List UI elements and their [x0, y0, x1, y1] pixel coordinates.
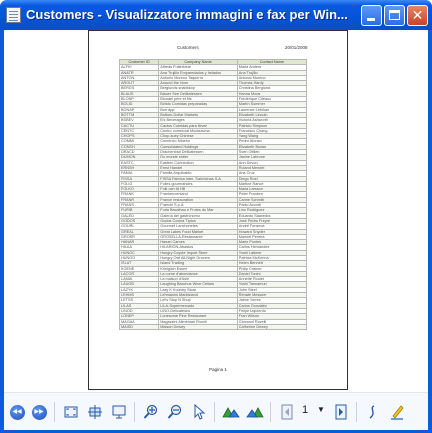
next-page-button[interactable] — [332, 403, 350, 421]
image-viewer[interactable]: Customers 20/01/2008 Customer ID Company… — [4, 30, 428, 392]
title-bar[interactable]: Customers - Visualizzatore immagini e fa… — [0, 0, 432, 30]
page-dropdown-icon[interactable]: ▼ — [317, 405, 325, 414]
slideshow-icon — [112, 405, 126, 419]
zoom-out-button[interactable] — [166, 403, 184, 421]
pen-stroke-icon — [369, 405, 375, 419]
previous-page-icon — [281, 404, 293, 420]
minimize-icon — [367, 18, 375, 21]
viewer-window: Customers - Visualizzatore immagini e fa… — [0, 0, 432, 433]
zoom-in-icon — [143, 404, 158, 419]
table-cell: Maison Dewey — [158, 323, 238, 331]
annotation-pen-button[interactable] — [364, 403, 382, 421]
actual-size-icon — [88, 405, 102, 419]
app-document-icon — [6, 7, 21, 23]
toolbar-separator — [356, 402, 357, 422]
rotate-counterclockwise-icon — [246, 407, 264, 418]
window-title: Customers - Visualizzatore immagini e fa… — [26, 7, 348, 22]
rotate-counterclockwise-button[interactable] — [246, 403, 264, 421]
report-footer: Pagina 1 — [209, 367, 227, 372]
maximize-icon — [389, 10, 400, 20]
rotate-clockwise-icon — [222, 407, 240, 418]
toolbar-separator — [54, 402, 55, 422]
slideshow-button[interactable] — [110, 403, 128, 421]
table-cell: MAISD — [118, 323, 160, 331]
rotate-clockwise-button[interactable] — [222, 403, 240, 421]
highlighter-icon — [391, 405, 404, 420]
pointer-icon — [194, 404, 206, 420]
table-cell: Catherine Dewey — [236, 323, 308, 331]
zoom-out-icon — [167, 404, 182, 419]
maximize-button[interactable] — [384, 5, 405, 26]
viewer-toolbar: ◀◀ ▶▶ 1 ▼ — [4, 392, 428, 430]
next-page-icon — [335, 404, 347, 420]
page-number[interactable]: 1 — [302, 404, 308, 416]
minimize-button[interactable] — [361, 5, 382, 26]
previous-image-button[interactable]: ◀◀ — [8, 403, 26, 421]
previous-page-button[interactable] — [278, 403, 296, 421]
toolbar-separator — [214, 402, 215, 422]
next-image-button[interactable]: ▶▶ — [30, 403, 48, 421]
next-icon: ▶▶ — [31, 404, 47, 420]
client-area: Customers 20/01/2008 Customer ID Company… — [4, 30, 428, 430]
toolbar-separator — [134, 402, 135, 422]
previous-icon: ◀◀ — [9, 404, 25, 420]
report-page: Customers 20/01/2008 Customer ID Company… — [88, 30, 348, 390]
report-date: 20/01/2008 — [285, 45, 308, 50]
best-fit-icon — [64, 406, 78, 418]
actual-size-button[interactable] — [86, 403, 104, 421]
table-row: MAISD Maison Dewey Catherine Dewey — [118, 323, 308, 331]
customers-table: Customer ID Company Name Contact Name AL… — [118, 58, 308, 331]
toolbar-separator — [270, 402, 271, 422]
best-fit-button[interactable] — [62, 403, 80, 421]
close-button[interactable]: ✕ — [407, 5, 428, 26]
select-pointer-button[interactable] — [190, 403, 208, 421]
close-icon: ✕ — [411, 7, 424, 23]
report-title: Customers — [177, 45, 199, 50]
zoom-in-button[interactable] — [142, 403, 160, 421]
highlighter-button[interactable] — [388, 403, 406, 421]
